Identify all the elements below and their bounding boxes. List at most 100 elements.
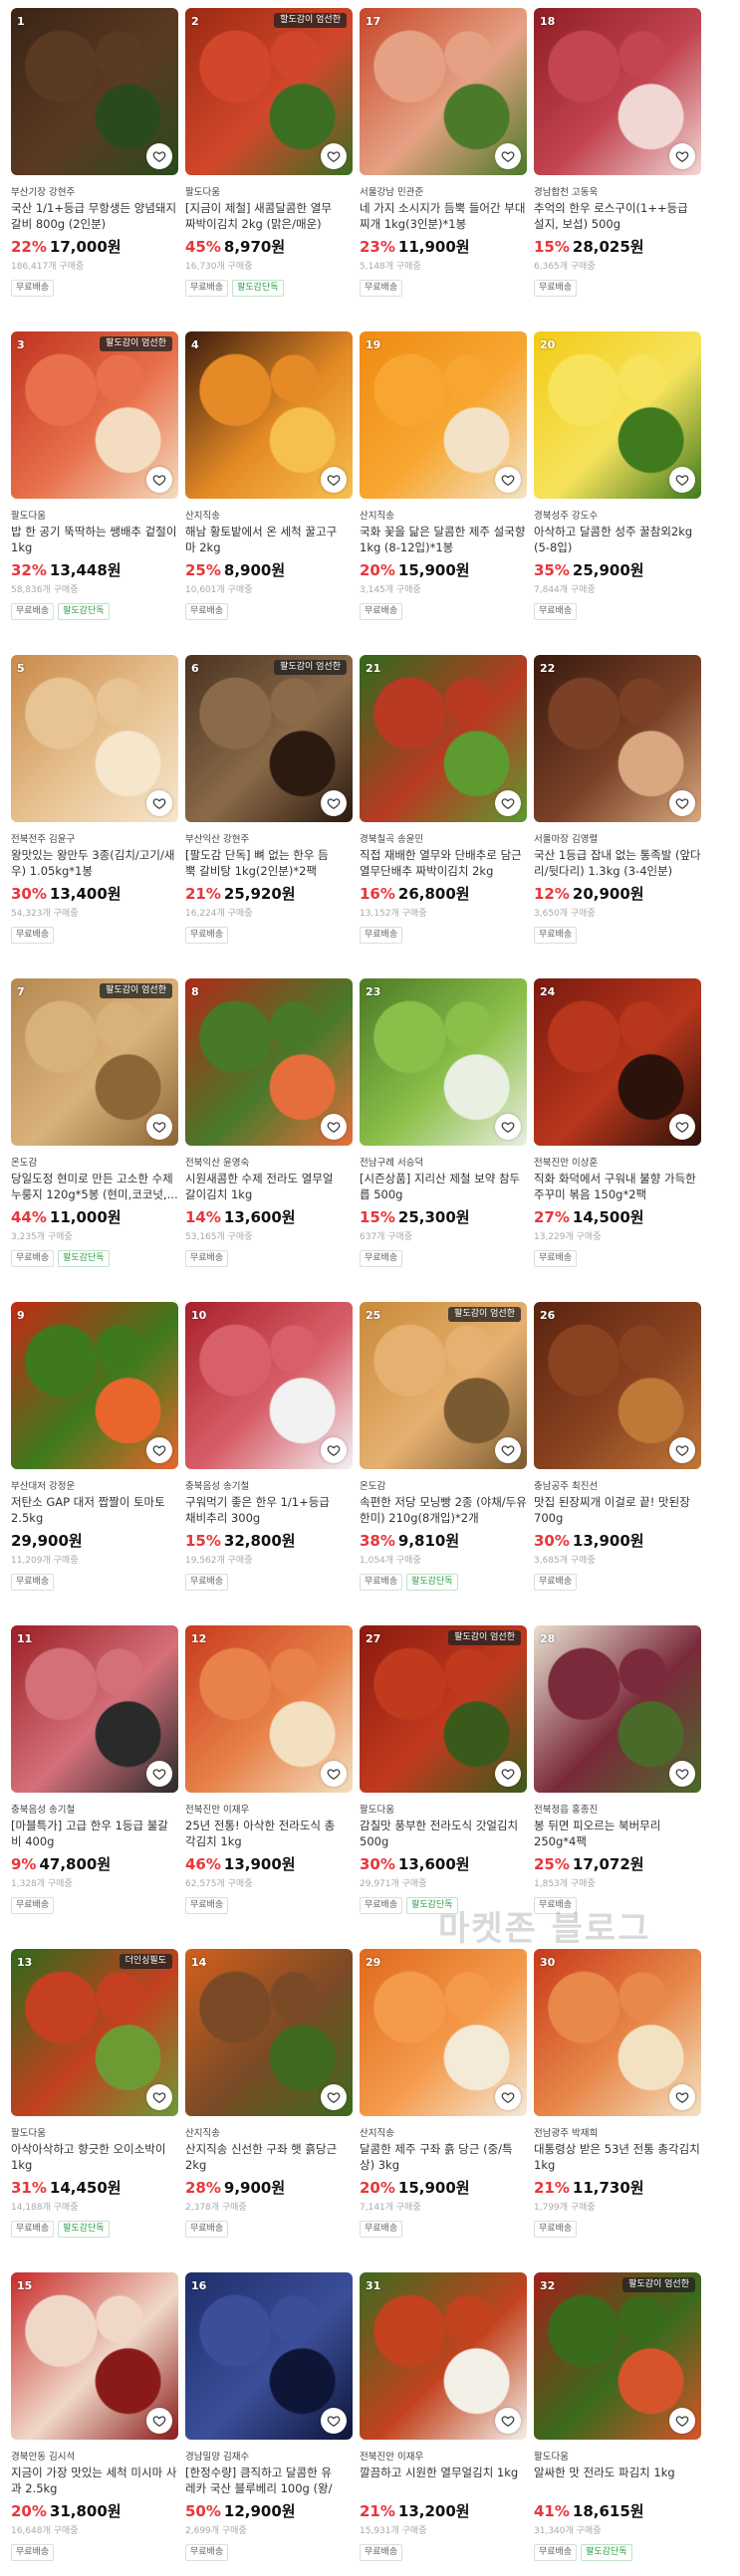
product-image[interactable]: 19 <box>360 331 527 499</box>
product-title[interactable]: 국산 1등급 잡내 없는 통족발 (앞다리/뒷다리) 1.3kg (3-4인분) <box>534 847 701 879</box>
product-title[interactable]: 산지직송 신선한 구좌 햇 흙당근 2kg <box>185 2141 339 2173</box>
product-title[interactable]: [시즌상품] 지리산 제철 보약 참두릅 500g <box>360 1171 527 1202</box>
product-title[interactable]: 25년 전통! 아삭한 전라도식 총각김치 1kg <box>185 1818 339 1849</box>
product-card[interactable]: 25 팔도감이 엄선한 온도감 속편한 저당 모닝빵 2종 (야채/두유한미) … <box>360 1302 527 1625</box>
product-title[interactable]: [마블특가] 고급 한우 1등급 불갈비 400g <box>11 1818 178 1849</box>
wishlist-button[interactable] <box>321 143 347 169</box>
wishlist-button[interactable] <box>495 1114 521 1140</box>
product-image[interactable]: 3 팔도감이 엄선한 <box>11 331 178 499</box>
product-card[interactable]: 22 서울마장 김영렬 국산 1등급 잡내 없는 통족발 (앞다리/뒷다리) 1… <box>534 655 701 978</box>
wishlist-button[interactable] <box>146 143 172 169</box>
product-title[interactable]: 국화 꽃을 닮은 달콤한 제주 설국향 1kg (8-12입)*1봉 <box>360 524 527 555</box>
product-image[interactable]: 4 <box>185 331 353 499</box>
product-card[interactable]: 14 산지직송 산지직송 신선한 구좌 햇 흙당근 2kg 28% 9,900원 … <box>185 1949 353 2272</box>
product-card[interactable]: 11 충북음성 송기철 [마블특가] 고급 한우 1등급 불갈비 400g 9%… <box>11 1625 178 1949</box>
product-image[interactable]: 22 <box>534 655 701 822</box>
product-title[interactable]: 감칠맛 풍부한 전라도식 갓얼김치 500g <box>360 1818 527 1849</box>
product-title[interactable]: 국산 1/1+등급 무항생든 양념돼지갈비 800g (2인분) <box>11 200 178 232</box>
product-image[interactable]: 23 <box>360 978 527 1146</box>
product-image[interactable]: 9 <box>11 1302 178 1469</box>
wishlist-button[interactable] <box>321 467 347 493</box>
product-title[interactable]: 대통령상 받은 53년 전통 총각김치 1kg <box>534 2141 701 2173</box>
product-image[interactable]: 1 <box>11 8 178 175</box>
product-card[interactable]: 31 전북진안 이재우 깔끔하고 시원한 열무얼김치 1kg 21% 13,200… <box>360 2272 527 2576</box>
product-image[interactable]: 32 팔도감이 엄선한 <box>534 2272 701 2440</box>
product-image[interactable]: 6 팔도감이 엄선한 <box>185 655 353 822</box>
product-card[interactable]: 16 경남밀양 김재수 [한정수량] 큼직하고 달콤한 유레카 국산 블루베리 … <box>185 2272 353 2576</box>
product-title[interactable]: 직화 화덕에서 구워내 불향 가득한 주꾸미 볶음 150g*2팩 <box>534 1171 701 1202</box>
product-image[interactable]: 31 <box>360 2272 527 2440</box>
product-title[interactable]: 밥 한 공기 뚝딱하는 쌩배추 겉절이 1kg <box>11 524 178 555</box>
product-title[interactable]: [한정수량] 큼직하고 달콤한 유레카 국산 블루베리 100g (왕/특... <box>185 2465 339 2496</box>
product-image[interactable]: 29 <box>360 1949 527 2116</box>
wishlist-button[interactable] <box>669 2408 695 2434</box>
product-card[interactable]: 12 전북진안 이재우 25년 전통! 아삭한 전라도식 총각김치 1kg 46… <box>185 1625 353 1949</box>
wishlist-button[interactable] <box>495 143 521 169</box>
product-card[interactable]: 9 부산대저 강정운 저탄소 GAP 대저 짭짤이 토마토 2.5kg 29,9… <box>11 1302 178 1625</box>
product-image[interactable]: 18 <box>534 8 701 175</box>
product-card[interactable]: 20 경북성주 강도수 아삭하고 달콤한 성주 꿀참외2kg (5-8입) 35… <box>534 331 701 655</box>
product-card[interactable]: 28 전북정읍 홍종진 봉 뒤면 피오르는 북버무리 250g*4팩 25% 17… <box>534 1625 701 1949</box>
wishlist-button[interactable] <box>669 1114 695 1140</box>
product-image[interactable]: 14 <box>185 1949 353 2116</box>
product-title[interactable]: 아삭아삭하고 향긋한 오이소박이 1kg <box>11 2141 178 2173</box>
product-card[interactable]: 1 부산기장 강현주 국산 1/1+등급 무항생든 양념돼지갈비 800g (2… <box>11 8 178 331</box>
product-card[interactable]: 15 경북안동 김시석 지금이 가장 맛있는 세척 미시마 사과 2.5kg 2… <box>11 2272 178 2576</box>
wishlist-button[interactable] <box>495 790 521 816</box>
product-image[interactable]: 30 <box>534 1949 701 2116</box>
product-image[interactable]: 21 <box>360 655 527 822</box>
product-title[interactable]: 지금이 가장 맛있는 세척 미시마 사과 2.5kg <box>11 2465 178 2496</box>
product-image[interactable]: 11 <box>11 1625 178 1793</box>
wishlist-button[interactable] <box>495 1437 521 1463</box>
wishlist-button[interactable] <box>146 1437 172 1463</box>
product-title[interactable]: [팔도감 단독] 뼈 없는 한우 듬뿍 갈비탕 1kg(2인분)*2팩 <box>185 847 339 879</box>
product-card[interactable]: 5 전북전주 김윤구 왕맛있는 왕만두 3종(김치/고기/새우) 1.05kg*… <box>11 655 178 978</box>
product-card[interactable]: 4 산지직송 해남 황토밭에서 온 세척 꿀고구마 2kg 25% 8,900원 … <box>185 331 353 655</box>
wishlist-button[interactable] <box>321 1114 347 1140</box>
product-title[interactable]: 달콤한 제주 구좌 흙 당근 (중/특상) 3kg <box>360 2141 527 2173</box>
wishlist-button[interactable] <box>146 1761 172 1787</box>
wishlist-button[interactable] <box>321 2084 347 2110</box>
product-image[interactable]: 17 <box>360 8 527 175</box>
wishlist-button[interactable] <box>669 2084 695 2110</box>
wishlist-button[interactable] <box>321 2408 347 2434</box>
product-title[interactable]: 저탄소 GAP 대저 짭짤이 토마토 2.5kg <box>11 1494 178 1526</box>
wishlist-button[interactable] <box>146 2408 172 2434</box>
product-card[interactable]: 8 전북익산 윤영숙 시원새콤한 수제 전라도 열무얼갈이김치 1kg 14% 1… <box>185 978 353 1302</box>
product-card[interactable]: 3 팔도감이 엄선한 팔도다움 밥 한 공기 뚝딱하는 쌩배추 겉절이 1kg … <box>11 331 178 655</box>
product-title[interactable]: 시원새콤한 수제 전라도 열무얼갈이김치 1kg <box>185 1171 339 1202</box>
product-image[interactable]: 28 <box>534 1625 701 1793</box>
wishlist-button[interactable] <box>495 467 521 493</box>
product-card[interactable]: 24 전북진안 이상훈 직화 화덕에서 구워내 불향 가득한 주꾸미 볶음 15… <box>534 978 701 1302</box>
product-title[interactable]: 추억의 한우 로스구이(1++등급 설지, 보섭) 500g <box>534 200 701 232</box>
product-image[interactable]: 13 더인싱필도 <box>11 1949 178 2116</box>
product-card[interactable]: 27 팔도감이 엄선한 팔도다움 감칠맛 풍부한 전라도식 갓얼김치 500g … <box>360 1625 527 1949</box>
product-card[interactable]: 29 산지직송 달콤한 제주 구좌 흙 당근 (중/특상) 3kg 20% 15,… <box>360 1949 527 2272</box>
product-image[interactable]: 5 <box>11 655 178 822</box>
product-card[interactable]: 32 팔도감이 엄선한 팔도다움 알싸한 맛 전라도 파김치 1kg 41% 18… <box>534 2272 701 2576</box>
product-image[interactable]: 12 <box>185 1625 353 1793</box>
product-card[interactable]: 18 경남합천 고동욱 추억의 한우 로스구이(1++등급 설지, 보섭) 50… <box>534 8 701 331</box>
product-card[interactable]: 26 충남공주 최진선 맛집 된장찌개 이걸로 끝! 맛된장 700g 30% 1… <box>534 1302 701 1625</box>
product-card[interactable]: 21 경북칠곡 송윤민 직접 재배한 열무와 단배추로 담근 열무단배추 짜박이… <box>360 655 527 978</box>
product-card[interactable]: 30 전남광주 박재희 대통령상 받은 53년 전통 총각김치 1kg 21% 1… <box>534 1949 701 2272</box>
product-card[interactable]: 2 할도감이 엄선한 팔도다움 [지금이 제철] 새콤달콤한 열무짜박이김치 2… <box>185 8 353 331</box>
wishlist-button[interactable] <box>146 467 172 493</box>
wishlist-button[interactable] <box>146 790 172 816</box>
product-title[interactable]: 속편한 저당 모닝빵 2종 (야채/두유한미) 210g(8개입)*2개 <box>360 1494 527 1526</box>
wishlist-button[interactable] <box>146 2084 172 2110</box>
wishlist-button[interactable] <box>669 143 695 169</box>
product-title[interactable]: [지금이 제철] 새콤달콤한 열무짜박이김치 2kg (맑은/매운) 1kg <box>185 200 339 232</box>
product-title[interactable]: 알싸한 맛 전라도 파김치 1kg <box>534 2465 701 2496</box>
product-card[interactable]: 6 팔도감이 엄선한 부산익산 강현주 [팔도감 단독] 뼈 없는 한우 듬뿍 … <box>185 655 353 978</box>
wishlist-button[interactable] <box>669 790 695 816</box>
product-image[interactable]: 20 <box>534 331 701 499</box>
product-card[interactable]: 13 더인싱필도 팔도다움 아삭아삭하고 향긋한 오이소박이 1kg 31% 14… <box>11 1949 178 2272</box>
product-image[interactable]: 10 <box>185 1302 353 1469</box>
wishlist-button[interactable] <box>321 1761 347 1787</box>
product-image[interactable]: 2 할도감이 엄선한 <box>185 8 353 175</box>
wishlist-button[interactable] <box>495 1761 521 1787</box>
product-image[interactable]: 15 <box>11 2272 178 2440</box>
product-card[interactable]: 23 전남구례 서승덕 [시즌상품] 지리산 제철 보약 참두릅 500g 15… <box>360 978 527 1302</box>
product-card[interactable]: 17 서울강남 민관준 네 가지 소시지가 듬뿍 들어간 부대찌개 1kg(3인… <box>360 8 527 331</box>
